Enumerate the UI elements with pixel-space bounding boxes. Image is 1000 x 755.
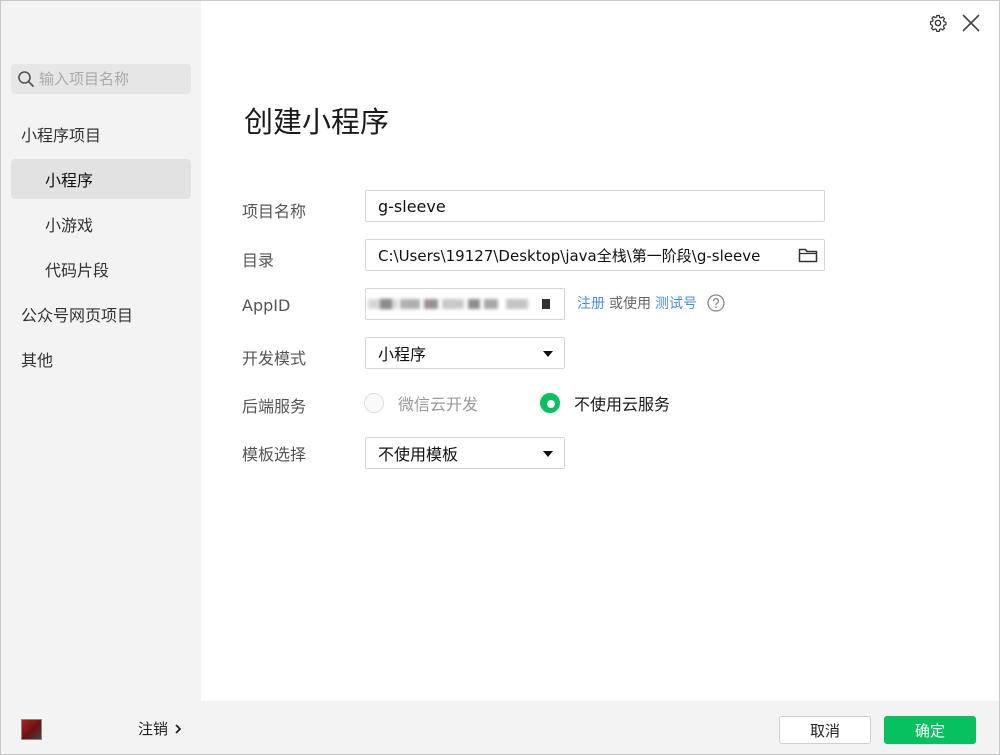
appid-redacted [442, 299, 464, 309]
project-name-input[interactable]: g-sleeve [365, 190, 825, 222]
template-value: 不使用模板 [378, 445, 459, 464]
radio-cloud[interactable] [364, 393, 384, 413]
directory-input[interactable]: C:\Users\19127\Desktop\java全栈\第一阶段\g-sle… [365, 239, 825, 271]
folder-icon[interactable] [798, 246, 818, 264]
confirm-button[interactable]: 确定 [884, 716, 976, 744]
dialog-footer: 取消 确定 [201, 701, 999, 754]
sidebar-item-miniprogram-project[interactable]: 小程序项目 [11, 114, 191, 154]
cancel-button[interactable]: 取消 [779, 716, 871, 744]
help-icon[interactable] [707, 294, 725, 312]
sidebar-item-minigame[interactable]: 小游戏 [11, 204, 191, 244]
backend-option-none[interactable]: 不使用云服务 [540, 391, 670, 415]
sidebar-item-official-account-web[interactable]: 公众号网页项目 [11, 294, 191, 334]
sidebar-item-label: 小游戏 [45, 216, 94, 235]
logout-button[interactable]: 注销 [138, 718, 182, 739]
appid-redacted [506, 299, 528, 309]
backend-option-none-label: 不使用云服务 [574, 395, 671, 414]
sidebar-item-label: 小程序 [45, 171, 94, 190]
sidebar-item-other[interactable]: 其他 [11, 339, 191, 379]
appid-redacted [424, 299, 438, 309]
dev-mode-value: 小程序 [378, 345, 427, 364]
register-link[interactable]: 注册 [577, 293, 605, 313]
page-title: 创建小程序 [244, 105, 390, 139]
template-label: 模板选择 [242, 445, 307, 464]
main-panel: 创建小程序 项目名称 g-sleeve 目录 C:\Users\19127\De… [201, 1, 999, 754]
dev-mode-label: 开发模式 [242, 349, 307, 368]
avatar[interactable] [21, 719, 42, 740]
caret-down-icon [543, 451, 553, 457]
appid-links: 注册 或使用 测试号 [577, 293, 725, 313]
chevron-right-icon [175, 723, 182, 734]
sidebar-item-code-snippet[interactable]: 代码片段 [11, 249, 191, 289]
appid-redacted [380, 299, 392, 309]
sidebar-footer: 注销 [1, 701, 201, 754]
template-select[interactable]: 不使用模板 [365, 437, 565, 469]
sidebar-item-label: 其他 [21, 351, 54, 370]
project-name-label: 项目名称 [242, 202, 307, 221]
backend-option-cloud-label: 微信云开发 [398, 395, 479, 414]
search-box[interactable] [11, 64, 191, 94]
test-account-link[interactable]: 测试号 [655, 293, 697, 313]
directory-label: 目录 [242, 251, 275, 270]
appid-redacted [400, 299, 420, 309]
caret-down-icon [543, 351, 553, 357]
window-controls [929, 13, 981, 33]
gear-icon[interactable] [929, 14, 947, 32]
directory-value: C:\Users\19127\Desktop\java全栈\第一阶段\g-sle… [378, 246, 761, 265]
search-icon [18, 71, 34, 87]
or-use-text: 或使用 [609, 296, 651, 312]
sidebar-item-label: 小程序项目 [21, 126, 102, 145]
sidebar-item-label: 公众号网页项目 [21, 306, 134, 325]
create-project-window: 小程序项目 小程序 小游戏 代码片段 公众号网页项目 其他 注销 [0, 0, 1000, 755]
close-icon[interactable] [961, 13, 981, 33]
backend-option-cloud[interactable]: 微信云开发 [364, 391, 478, 415]
backend-label: 后端服务 [242, 397, 307, 416]
appid-input[interactable] [365, 288, 565, 320]
appid-redacted [542, 299, 550, 309]
project-name-value: g-sleeve [378, 196, 446, 216]
appid-redacted [484, 299, 498, 309]
logout-label: 注销 [138, 720, 169, 738]
appid-redacted [468, 299, 480, 309]
sidebar-item-label: 代码片段 [45, 261, 110, 280]
appid-label: AppID [242, 296, 291, 315]
radio-none[interactable] [540, 393, 560, 413]
search-input[interactable] [39, 70, 179, 88]
sidebar: 小程序项目 小程序 小游戏 代码片段 公众号网页项目 其他 注销 [1, 1, 201, 754]
dev-mode-select[interactable]: 小程序 [365, 337, 565, 369]
sidebar-item-miniprogram[interactable]: 小程序 [11, 159, 191, 199]
